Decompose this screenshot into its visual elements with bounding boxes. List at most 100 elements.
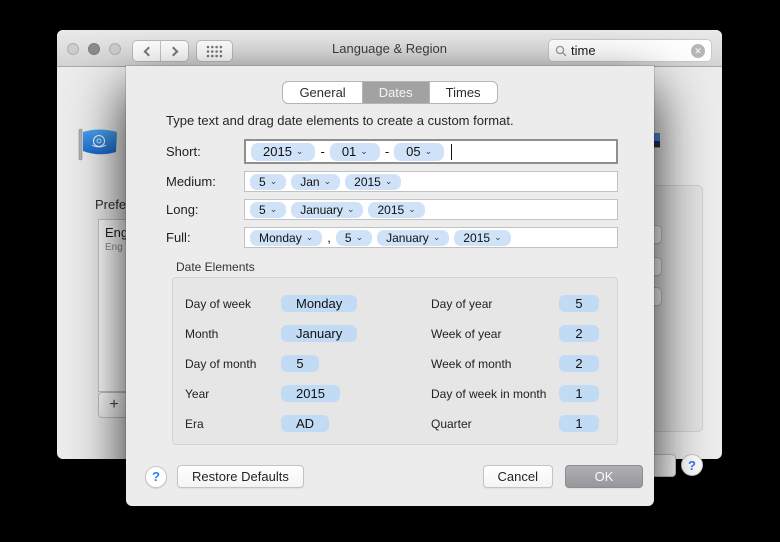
chevron-down-icon: ⌄	[432, 232, 441, 242]
date-token[interactable]: 05 ⌄	[394, 142, 445, 161]
tab-bar: General Dates Times	[282, 81, 498, 104]
date-element-token-month[interactable]: January	[281, 325, 358, 342]
chevron-down-icon: ⌄	[355, 232, 364, 242]
date-element-label-week-of-year: Week of year	[431, 327, 502, 341]
preferred-languages-label: Prefe	[95, 197, 127, 212]
date-element-label-era: Era	[185, 417, 204, 431]
date-element-label-day-of-year: Day of year	[431, 297, 493, 311]
date-element-cell: AD	[281, 415, 431, 433]
full-format-field[interactable]: Monday ⌄, 5 ⌄ January ⌄ 2015 ⌄	[244, 227, 618, 248]
date-element-token-week-of-month[interactable]: 2	[559, 355, 599, 372]
date-token-label: January	[300, 202, 343, 217]
date-element-cell: 1	[559, 385, 604, 403]
date-token-label: 2015	[263, 144, 292, 159]
date-element-token-quarter[interactable]: 1	[559, 415, 599, 432]
date-element-cell: 2	[559, 355, 604, 373]
separator-text: ,	[327, 230, 331, 245]
tab-times[interactable]: Times	[428, 82, 497, 103]
date-element-cell: 5	[559, 295, 604, 313]
screen: Language & Region ✕	[0, 0, 780, 542]
date-token[interactable]: 2015 ⌄	[454, 229, 511, 246]
date-token[interactable]: Jan ⌄	[291, 173, 341, 190]
short-format-row: Short: 2015 ⌄ -01 ⌄ -05 ⌄	[166, 139, 618, 164]
date-element-label-day-of-month: Day of month	[185, 357, 257, 371]
region-flag-fragment	[654, 133, 660, 148]
full-format-label: Full:	[166, 230, 191, 245]
date-element-label-month: Month	[185, 327, 219, 341]
date-token[interactable]: 5 ⌄	[335, 229, 373, 246]
date-element-label-quarter: Quarter	[431, 417, 472, 431]
medium-format-label: Medium:	[166, 174, 216, 189]
chevron-down-icon: ⌄	[494, 232, 502, 242]
date-element-token-day-of-week-in-month[interactable]: 1	[559, 385, 599, 402]
chevron-down-icon: ⌄	[360, 146, 368, 156]
medium-format-row: Medium: 5 ⌄ Jan ⌄ 2015 ⌄	[166, 171, 618, 192]
date-element-cell: 5	[281, 355, 431, 373]
date-element-token-week-of-year[interactable]: 2	[559, 325, 599, 342]
date-token[interactable]: Monday ⌄	[250, 229, 323, 246]
date-element-label-year: Year	[185, 387, 210, 401]
date-token[interactable]: January ⌄	[291, 201, 364, 218]
chevron-down-icon: ⌄	[269, 204, 278, 214]
tab-dates[interactable]: Dates	[361, 82, 429, 103]
date-token[interactable]: January ⌄	[377, 229, 450, 246]
chevron-down-icon: ⌄	[346, 204, 355, 214]
cancel-button[interactable]: Cancel	[482, 465, 553, 488]
search-field[interactable]: ✕	[548, 39, 712, 62]
date-element-cell: 1	[559, 415, 604, 433]
date-element-cell: 2015	[281, 385, 431, 403]
date-token-label: 2015	[377, 202, 405, 217]
date-token-label: 2015	[354, 174, 381, 189]
chevron-down-icon: ⌄	[269, 176, 278, 186]
date-token-label: January	[386, 230, 429, 245]
date-token[interactable]: 5 ⌄	[250, 173, 287, 190]
date-token-label: 5	[259, 202, 266, 217]
search-input[interactable]	[571, 43, 687, 58]
date-elements-box: Day of week Monday Day of year 5 Month Januar…	[172, 277, 618, 445]
long-format-field[interactable]: 5 ⌄ January ⌄ 2015 ⌄	[244, 199, 618, 220]
chevron-down-icon: ⌄	[295, 146, 304, 156]
search-icon	[555, 45, 567, 56]
sheet-footer: ? Restore Defaults Cancel OK	[145, 465, 643, 488]
sheet-help-button[interactable]: ?	[145, 465, 167, 488]
date-token[interactable]: 2015 ⌄	[368, 201, 425, 218]
date-token[interactable]: 5 ⌄	[250, 201, 287, 218]
date-element-token-day-of-week[interactable]: Monday	[281, 295, 358, 312]
date-element-token-year[interactable]: 2015	[281, 385, 340, 402]
date-token[interactable]: 2015 ⌄	[251, 142, 316, 161]
date-element-cell: Monday	[281, 295, 431, 313]
date-token[interactable]: 01 ⌄	[329, 142, 380, 161]
medium-format-field[interactable]: 5 ⌄ Jan ⌄ 2015 ⌄	[244, 171, 618, 192]
date-token-label: 2015	[463, 230, 491, 245]
chevron-down-icon: ⌄	[408, 204, 416, 214]
text-cursor	[451, 143, 453, 160]
tab-general[interactable]: General	[283, 82, 361, 103]
clear-icon[interactable]: ✕	[691, 43, 705, 58]
ok-button[interactable]: OK	[565, 465, 643, 488]
long-format-label: Long:	[166, 202, 199, 217]
date-element-token-day-of-month[interactable]: 5	[281, 355, 319, 372]
window-help-button[interactable]: ?	[681, 454, 703, 476]
date-token-label: Monday	[259, 230, 302, 245]
format-rows: Short: 2015 ⌄ -01 ⌄ -05 ⌄ Medium: 5 ⌄ Jan ⌄ 2015 ⌄ Lon…	[166, 139, 618, 248]
un-flag-icon	[78, 128, 117, 161]
date-token-label: 01	[341, 144, 357, 159]
title-bar: Language & Region ✕	[57, 30, 722, 67]
short-format-field[interactable]: 2015 ⌄ -01 ⌄ -05 ⌄	[244, 139, 618, 164]
date-elements-title: Date Elements	[176, 260, 255, 274]
date-elements-grid: Day of week Monday Day of year 5 Month Januar…	[185, 289, 617, 439]
restore-defaults-button[interactable]: Restore Defaults	[177, 465, 304, 488]
long-format-row: Long: 5 ⌄ January ⌄ 2015 ⌄	[166, 199, 618, 220]
date-element-cell: 2	[559, 325, 604, 343]
date-token-label: 5	[344, 230, 352, 245]
separator-text: -	[320, 144, 325, 159]
chevron-down-icon: ⌄	[305, 232, 314, 242]
date-element-cell: January	[281, 325, 431, 343]
chevron-down-icon: ⌄	[323, 176, 332, 186]
date-token-label: 05	[406, 144, 421, 159]
date-token[interactable]: 2015 ⌄	[345, 173, 402, 190]
date-element-token-era[interactable]: AD	[281, 415, 330, 432]
date-format-sheet: General Dates Times Type text and drag dat…	[126, 66, 654, 506]
instruction-text: Type text and drag date elements to crea…	[166, 113, 514, 128]
date-element-token-day-of-year[interactable]: 5	[559, 295, 599, 312]
